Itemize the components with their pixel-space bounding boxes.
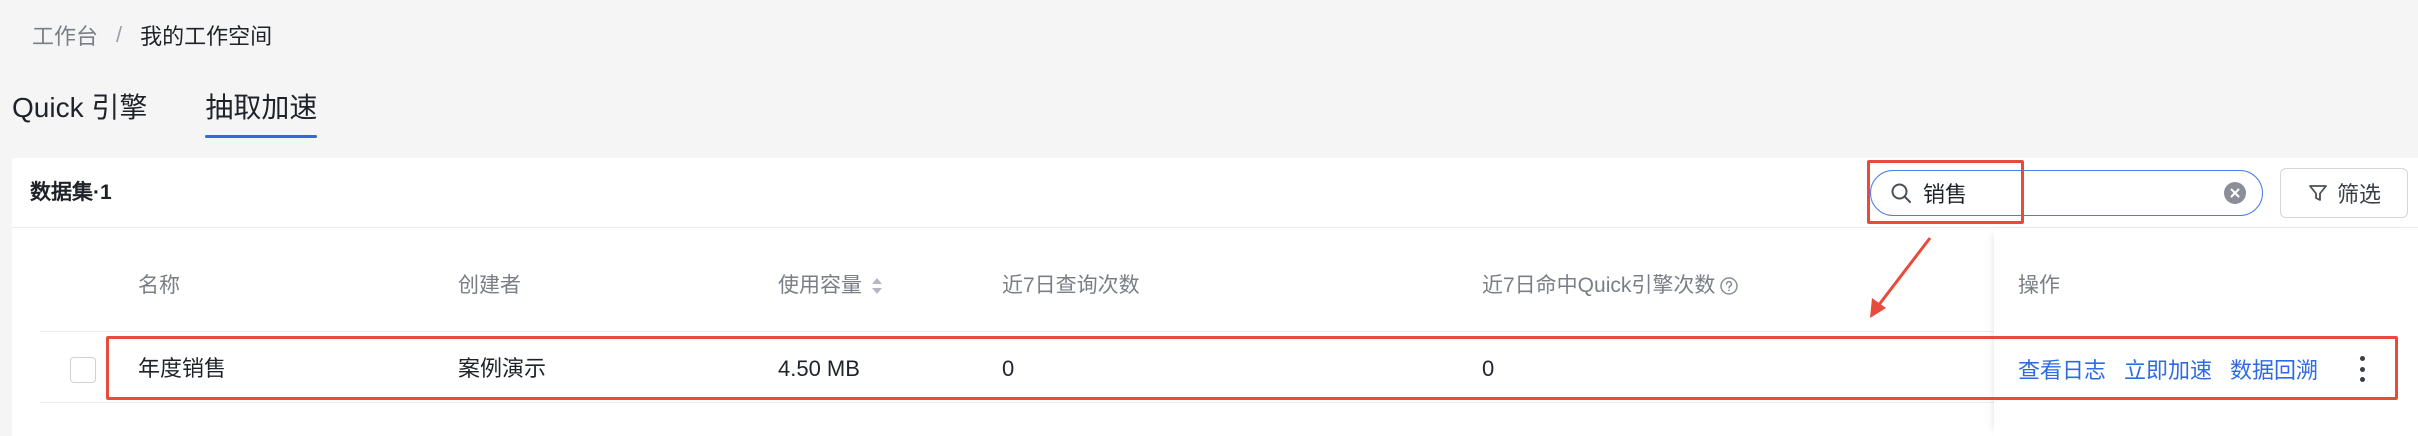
dataset-panel: 数据集·1 筛选 名称 创建者 使用容量 <box>12 158 2418 436</box>
cell-name[interactable]: 年度销售 <box>138 334 226 404</box>
dataset-count: 数据集·1 <box>30 181 112 204</box>
filter-icon <box>2307 182 2329 204</box>
data-backtrack-link[interactable]: 数据回溯 <box>2230 353 2318 385</box>
cell-engine-hits: 0 <box>1482 356 1495 381</box>
help-icon[interactable] <box>1719 276 1739 296</box>
tab-extract-acceleration[interactable]: 抽取加速 <box>205 88 318 140</box>
column-header-engine-hits: 近7日命中Quick引擎次数 <box>1482 262 1739 310</box>
filter-button[interactable]: 筛选 <box>2280 168 2408 218</box>
sort-icon[interactable] <box>870 276 884 296</box>
column-header-operations: 操作 <box>2018 274 2060 297</box>
page-root: 工作台 / 我的工作空间 Quick 引擎 抽取加速 数据集·1 销售 筛选 名… <box>0 0 2418 436</box>
tab-bar: Quick 引擎 抽取加速 <box>12 88 318 140</box>
filter-button-label: 筛选 <box>2336 182 2381 207</box>
cell-creator: 案例演示 <box>458 356 547 381</box>
column-header-creator: 创建者 <box>458 274 521 297</box>
cell-queries: 0 <box>1002 356 1015 381</box>
search-input[interactable] <box>1923 180 2193 206</box>
tab-quick-engine[interactable]: Quick 引擎 <box>12 88 147 140</box>
operations-column: 操作 查看日志 立即加速 数据回溯 <box>1994 228 2418 436</box>
row-checkbox[interactable] <box>70 357 96 383</box>
more-vertical-icon[interactable] <box>2358 356 2366 382</box>
breadcrumb-workbench-link[interactable]: 工作台 <box>32 19 98 51</box>
breadcrumb-current: 我的工作空间 <box>140 24 273 49</box>
breadcrumb: 工作台 / 我的工作空间 <box>32 18 272 52</box>
accelerate-now-link[interactable]: 立即加速 <box>2124 353 2212 385</box>
search-icon <box>1889 181 1913 205</box>
view-log-link[interactable]: 查看日志 <box>2018 353 2106 385</box>
column-header-name: 名称 <box>138 274 180 297</box>
panel-toolbar: 数据集·1 筛选 <box>12 158 2418 228</box>
column-header-queries: 近7日查询次数 <box>1002 274 1140 297</box>
breadcrumb-separator: / <box>116 22 123 47</box>
search-box[interactable] <box>1870 170 2263 216</box>
cell-size: 4.50 MB <box>778 356 860 381</box>
clear-icon[interactable] <box>2224 182 2246 204</box>
column-header-size[interactable]: 使用容量 <box>778 262 884 310</box>
row-actions: 查看日志 立即加速 数据回溯 <box>2018 334 2318 404</box>
